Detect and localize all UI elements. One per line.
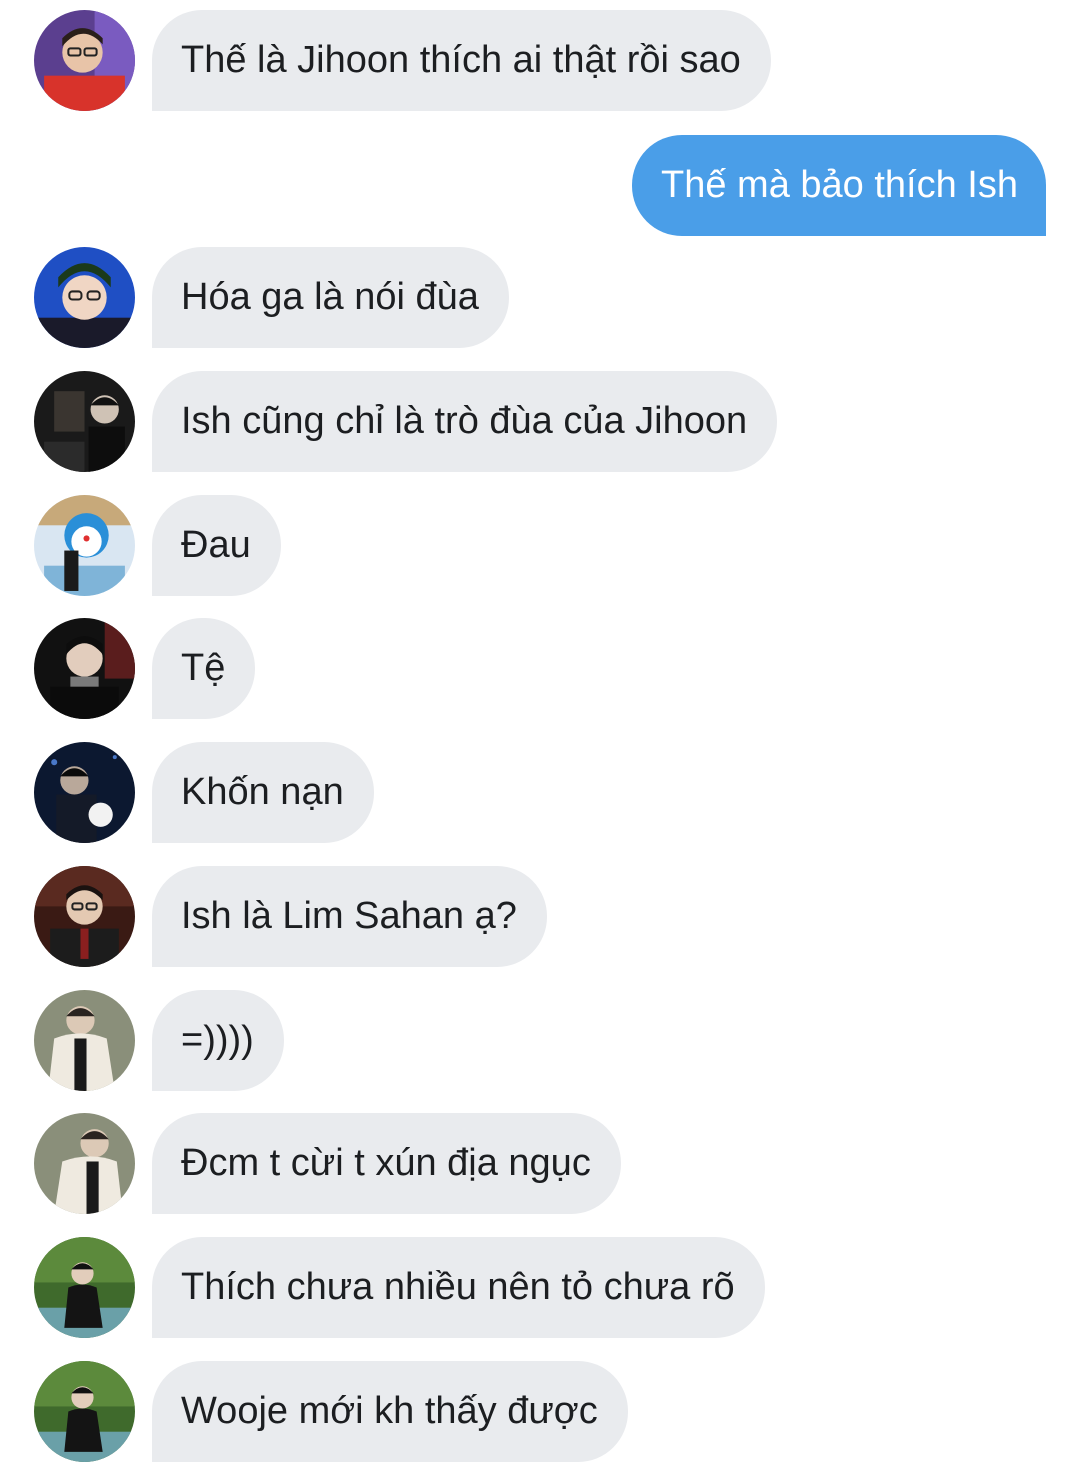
avatar-photo-icon [34,371,135,472]
message-bubble[interactable]: Khốn nạn [152,742,374,843]
avatar[interactable] [34,1113,135,1214]
avatar[interactable] [34,371,135,472]
avatar[interactable] [34,1237,135,1338]
message-row: Khốn nạn [0,742,1080,843]
avatar[interactable] [34,990,135,1091]
avatar-photo-icon [34,742,135,843]
message-bubble[interactable]: Ish là Lim Sahan ạ? [152,866,547,967]
message-row: Đcm t cừi t xún địa ngục [0,1113,1080,1214]
avatar-photo-icon [34,1361,135,1462]
avatar[interactable] [34,247,135,348]
message-bubble-outgoing[interactable]: Thế mà bảo thích Ish [632,135,1046,236]
avatar-photo-icon [34,618,135,719]
message-row: Thế là Jihoon thích ai thật rồi sao [0,10,1080,111]
message-row: Wooje mới kh thấy được [0,1361,1080,1462]
message-row: Tệ [0,618,1080,719]
message-bubble[interactable]: Ish cũng chỉ là trò đùa của Jihoon [152,371,778,472]
avatar-photo-icon [34,10,135,111]
message-bubble[interactable]: =)))) [152,990,284,1091]
message-row: Hóa ga là nói đùa [0,247,1080,348]
avatar[interactable] [34,866,135,967]
message-row: Thế mà bảo thích Ish [0,135,1080,236]
message-bubble[interactable]: Thế là Jihoon thích ai thật rồi sao [152,10,771,111]
message-row: Ish là Lim Sahan ạ? [0,866,1080,967]
message-thread: Thế là Jihoon thích ai thật rồi sao Thế … [0,0,1080,1469]
avatar[interactable] [34,1361,135,1462]
message-bubble[interactable]: Hóa ga là nói đùa [152,247,509,348]
avatar-photo-icon [34,1237,135,1338]
message-bubble[interactable]: Đau [152,495,281,596]
message-bubble[interactable]: Đcm t cừi t xún địa ngục [152,1113,621,1214]
avatar[interactable] [34,10,135,111]
avatar[interactable] [34,495,135,596]
message-row: Thích chưa nhiều nên tỏ chưa rõ [0,1237,1080,1338]
message-bubble[interactable]: Wooje mới kh thấy được [152,1361,628,1462]
message-row: Ish cũng chỉ là trò đùa của Jihoon [0,371,1080,472]
avatar-photo-icon [34,247,135,348]
avatar[interactable] [34,618,135,719]
message-bubble[interactable]: Thích chưa nhiều nên tỏ chưa rõ [152,1237,765,1338]
avatar-photo-icon [34,1113,135,1214]
avatar-photo-icon [34,866,135,967]
avatar[interactable] [34,742,135,843]
avatar-photo-icon [34,990,135,1091]
message-row: =)))) [0,990,1080,1091]
message-bubble[interactable]: Tệ [152,618,256,719]
avatar-photo-icon [34,495,135,596]
message-row: Đau [0,495,1080,596]
